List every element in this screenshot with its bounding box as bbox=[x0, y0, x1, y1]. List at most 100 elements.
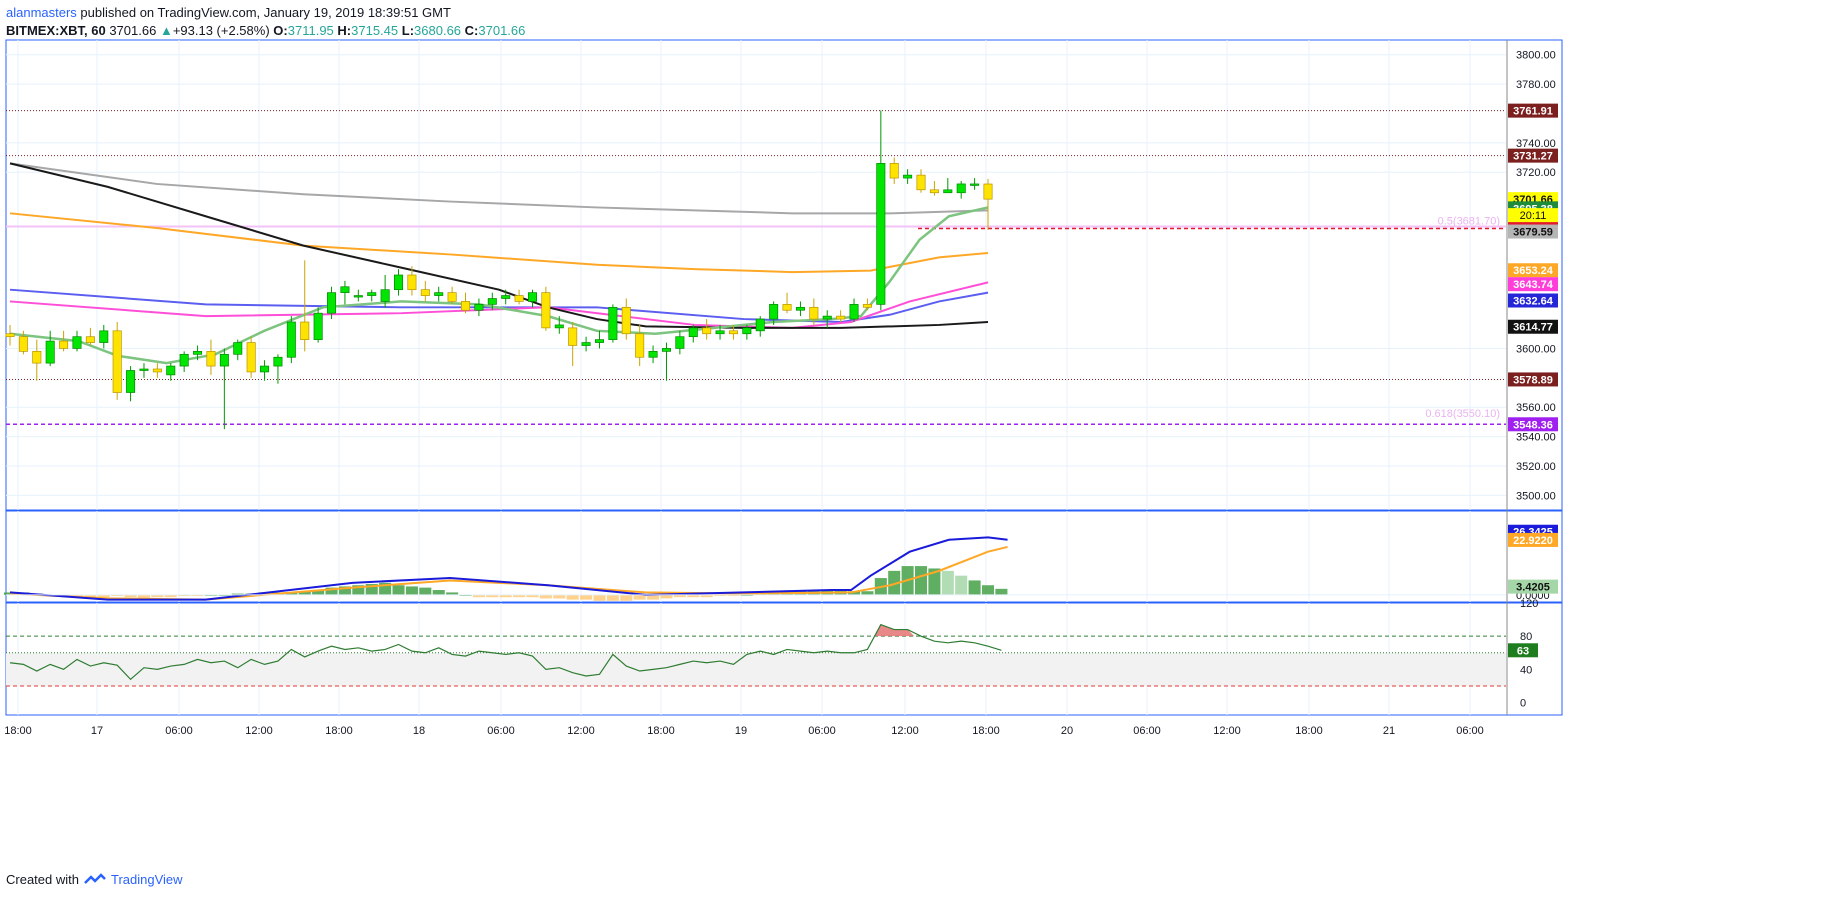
tradingview-chart-page: alanmasters published on TradingView.com… bbox=[0, 0, 1828, 899]
pane-frame-1 bbox=[5, 510, 1563, 603]
y-tick-label: 3500.00 bbox=[1516, 490, 1556, 502]
candle-body bbox=[675, 336, 685, 349]
x-tick-label: 06:00 bbox=[1456, 725, 1484, 737]
histogram-bar bbox=[419, 587, 432, 595]
histogram-bar bbox=[593, 594, 606, 601]
price-axis-label: 3643.74 bbox=[1513, 279, 1554, 291]
candle-body bbox=[983, 183, 993, 200]
y-tick-label: 3780.00 bbox=[1516, 79, 1556, 91]
candle-body bbox=[99, 330, 109, 343]
candle-body bbox=[581, 342, 591, 346]
x-tick-label: 18:00 bbox=[647, 725, 675, 737]
x-tick-label: 12:00 bbox=[567, 725, 595, 737]
candle-body bbox=[822, 315, 832, 320]
candle-body bbox=[45, 340, 55, 364]
y-tick-label: 3540.00 bbox=[1516, 432, 1556, 444]
y-tick-label: 120 bbox=[1520, 598, 1538, 610]
candle-body bbox=[568, 327, 578, 346]
histogram-bar bbox=[861, 591, 874, 595]
chart-canvas[interactable]: 18:00 17 06:00 12:00 18:00 18 06:00 12:00 18:00 1… bbox=[0, 0, 1828, 899]
candle-body bbox=[594, 339, 604, 343]
candle-body bbox=[769, 304, 779, 320]
candle-body bbox=[661, 348, 671, 352]
histogram-bar bbox=[606, 594, 619, 601]
candle-body bbox=[715, 330, 725, 335]
candle-body bbox=[434, 292, 444, 296]
candle-body bbox=[59, 340, 69, 349]
candle-body bbox=[313, 312, 323, 340]
x-tick-label: 18 bbox=[413, 725, 425, 737]
candle-body bbox=[18, 336, 28, 352]
x-tick-label: 06:00 bbox=[165, 725, 193, 737]
tradingview-brand-link[interactable]: TradingView bbox=[111, 872, 183, 887]
candle-body bbox=[541, 292, 551, 329]
candle-body bbox=[474, 304, 484, 311]
y-tick-label: 3800.00 bbox=[1516, 50, 1556, 62]
candle-body bbox=[956, 183, 966, 194]
candle-body bbox=[273, 356, 283, 367]
histogram-bar bbox=[995, 588, 1008, 595]
candle-body bbox=[742, 327, 752, 335]
candle-body bbox=[527, 292, 537, 302]
candle-body bbox=[394, 274, 404, 291]
candle-body bbox=[514, 295, 524, 302]
candle-body bbox=[889, 163, 899, 179]
candle-body bbox=[903, 174, 913, 179]
x-tick-label: 06:00 bbox=[808, 725, 836, 737]
y-tick-label: 40 bbox=[1520, 664, 1532, 676]
candle-body bbox=[702, 327, 712, 335]
candle-body bbox=[621, 306, 631, 335]
candle-body bbox=[970, 183, 980, 186]
y-tick-label: 3600.00 bbox=[1516, 343, 1556, 355]
osc-axis-label: 22.9220 bbox=[1513, 535, 1553, 547]
histogram-bar bbox=[941, 570, 954, 595]
x-tick-label: 20 bbox=[1061, 725, 1073, 737]
price-axis-label: 3548.36 bbox=[1513, 419, 1553, 431]
candle-body bbox=[260, 365, 270, 373]
x-tick-label: 18:00 bbox=[1295, 725, 1323, 737]
candle-body bbox=[286, 321, 296, 358]
candle-body bbox=[688, 327, 698, 338]
x-tick-label: 21 bbox=[1383, 725, 1395, 737]
x-tick-label: 12:00 bbox=[245, 725, 273, 737]
candle-body bbox=[233, 342, 243, 355]
candle-body bbox=[380, 289, 390, 302]
price-axis-label: 3761.91 bbox=[1513, 106, 1553, 118]
candle-body bbox=[112, 330, 122, 393]
rsi-band bbox=[6, 652, 1506, 686]
histogram-bar bbox=[539, 594, 552, 599]
histogram-bar bbox=[981, 585, 995, 595]
x-tick-label: 06:00 bbox=[1133, 725, 1161, 737]
y-tick-label: 0 bbox=[1520, 698, 1526, 710]
x-tick-label: 17 bbox=[91, 725, 103, 737]
candle-body bbox=[72, 336, 82, 349]
candle-body bbox=[32, 351, 42, 364]
y-tick-label: 3560.00 bbox=[1516, 402, 1556, 414]
candle-body bbox=[809, 306, 819, 320]
histogram-bar bbox=[620, 594, 633, 601]
candle-body bbox=[501, 295, 511, 299]
histogram-bar bbox=[968, 580, 981, 595]
histogram-bar bbox=[553, 594, 566, 599]
y-tick-label: 3740.00 bbox=[1516, 138, 1556, 150]
candle-body bbox=[648, 351, 658, 358]
histogram-bar bbox=[432, 590, 445, 595]
candle-body bbox=[554, 324, 564, 329]
candle-body bbox=[836, 315, 846, 320]
candle-body bbox=[782, 304, 792, 311]
candle-body bbox=[943, 189, 953, 194]
candle-body bbox=[487, 298, 497, 305]
price-axis-label: 3679.59 bbox=[1513, 227, 1553, 239]
x-tick-label: 18:00 bbox=[325, 725, 353, 737]
candle-body bbox=[862, 304, 872, 308]
histogram-bar bbox=[580, 594, 593, 600]
candle-body bbox=[367, 292, 377, 296]
candle-body bbox=[246, 342, 256, 373]
x-tick-label: 12:00 bbox=[891, 725, 919, 737]
candle-body bbox=[849, 304, 859, 320]
y-tick-label: 3520.00 bbox=[1516, 461, 1556, 473]
histogram-bar bbox=[392, 585, 405, 595]
price-axis-label: 3614.77 bbox=[1513, 322, 1553, 334]
rsi-axis-label: 63 bbox=[1517, 645, 1529, 657]
candle-body bbox=[353, 295, 363, 298]
